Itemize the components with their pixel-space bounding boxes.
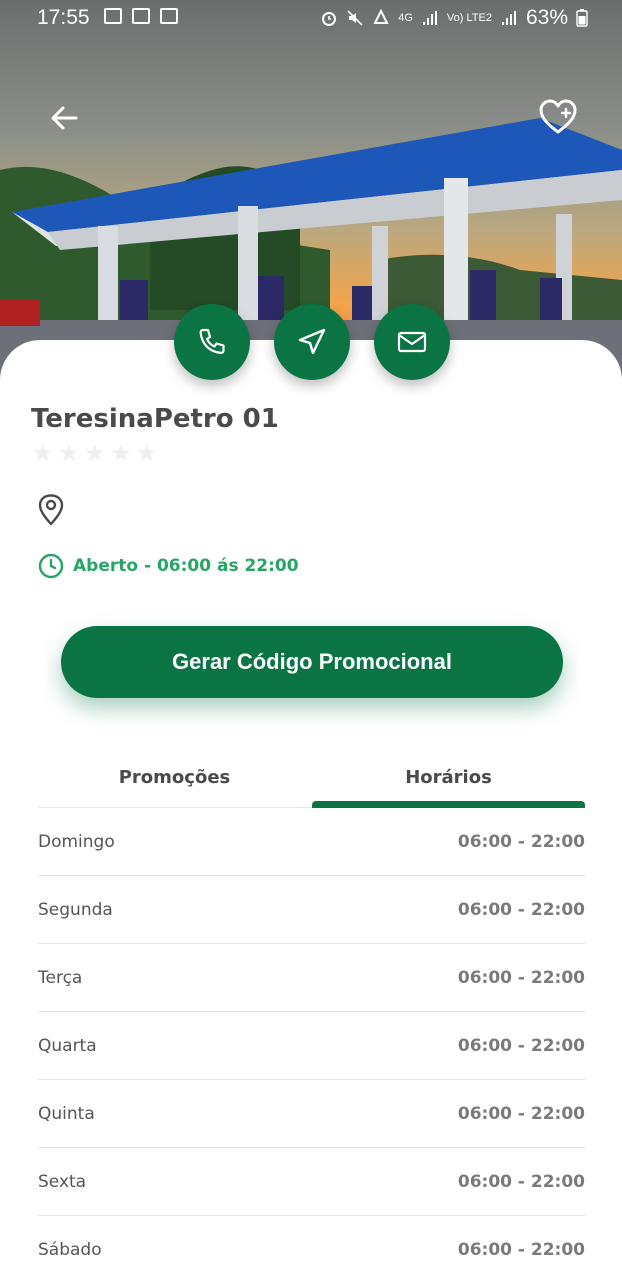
tab-promocoes[interactable]: Promoções	[38, 758, 311, 808]
station-name: TeresinaPetro 01	[31, 404, 279, 434]
day-label: Domingo	[38, 831, 115, 852]
star-icon: ★	[84, 439, 106, 467]
rating-stars: ★ ★ ★ ★ ★	[32, 439, 158, 467]
star-icon: ★	[58, 439, 80, 467]
hours-value: 06:00 - 22:00	[457, 899, 585, 920]
hours-value: 06:00 - 22:00	[457, 1171, 585, 1192]
battery-icon	[576, 9, 588, 27]
schedule-row: Segunda 06:00 - 22:00	[38, 876, 585, 944]
battery-percent: 63%	[525, 6, 568, 29]
signal-icon	[422, 11, 437, 25]
volte-label: Vo) LTE2	[446, 12, 492, 24]
hours-value: 06:00 - 22:00	[457, 1240, 585, 1260]
star-icon: ★	[32, 439, 54, 467]
notification-icons	[104, 8, 178, 24]
app-notification-icon	[160, 8, 178, 24]
opening-status: Aberto - 06:00 ás 22:00	[38, 553, 299, 579]
hours-value: 06:00 - 22:00	[457, 1103, 585, 1124]
day-label: Sábado	[38, 1240, 102, 1260]
signal-icon-2	[501, 11, 516, 25]
favorite-button[interactable]	[538, 98, 578, 138]
opening-hours-text: Aberto - 06:00 ás 22:00	[73, 556, 299, 576]
star-icon: ★	[110, 439, 132, 467]
hours-value: 06:00 - 22:00	[457, 831, 585, 852]
generate-promo-code-button[interactable]: Gerar Código Promocional	[61, 626, 563, 698]
day-label: Segunda	[38, 899, 113, 920]
location-button[interactable]	[37, 494, 65, 526]
hours-value: 06:00 - 22:00	[457, 967, 585, 988]
email-button[interactable]	[374, 304, 450, 380]
schedule-row: Sexta 06:00 - 22:00	[38, 1148, 585, 1216]
network-4g-label: 4G	[398, 12, 413, 24]
schedule-row: Quinta 06:00 - 22:00	[38, 1080, 585, 1148]
active-tab-indicator	[312, 801, 585, 808]
schedule-list: Domingo 06:00 - 22:00 Segunda 06:00 - 22…	[38, 808, 585, 1280]
schedule-row: Quarta 06:00 - 22:00	[38, 1012, 585, 1080]
mute-icon	[347, 10, 363, 26]
day-label: Terça	[38, 967, 83, 988]
star-icon: ★	[136, 439, 158, 467]
image-notification-icon	[104, 8, 122, 24]
alarm-icon	[322, 12, 337, 26]
schedule-row: Terça 06:00 - 22:00	[38, 944, 585, 1012]
schedule-row: Sábado 06:00 - 22:00	[38, 1216, 585, 1280]
phone-icon	[199, 328, 225, 354]
day-label: Quinta	[38, 1103, 95, 1124]
schedule-row: Domingo 06:00 - 22:00	[38, 808, 585, 876]
mail-icon	[397, 331, 427, 353]
navigation-icon	[298, 328, 326, 355]
navigate-button[interactable]	[274, 304, 350, 380]
arrow-left-icon	[51, 106, 78, 130]
status-bar: 17:55 4G Vo) LTE2 63%	[0, 0, 622, 36]
data-saver-icon	[373, 9, 389, 24]
back-button[interactable]	[46, 98, 86, 138]
map-pin-icon	[38, 494, 64, 526]
system-icons: 4G Vo) LTE2 63%	[320, 6, 588, 30]
hours-value: 06:00 - 22:00	[457, 1035, 585, 1056]
laptop-notification-icon	[132, 8, 150, 24]
heart-plus-icon	[539, 99, 577, 134]
day-label: Sexta	[38, 1171, 87, 1192]
day-label: Quarta	[38, 1035, 97, 1056]
call-button[interactable]	[174, 304, 250, 380]
tab-bar: Promoções Horários	[38, 758, 585, 808]
status-time: 17:55	[37, 6, 90, 29]
clock-icon	[38, 553, 64, 579]
